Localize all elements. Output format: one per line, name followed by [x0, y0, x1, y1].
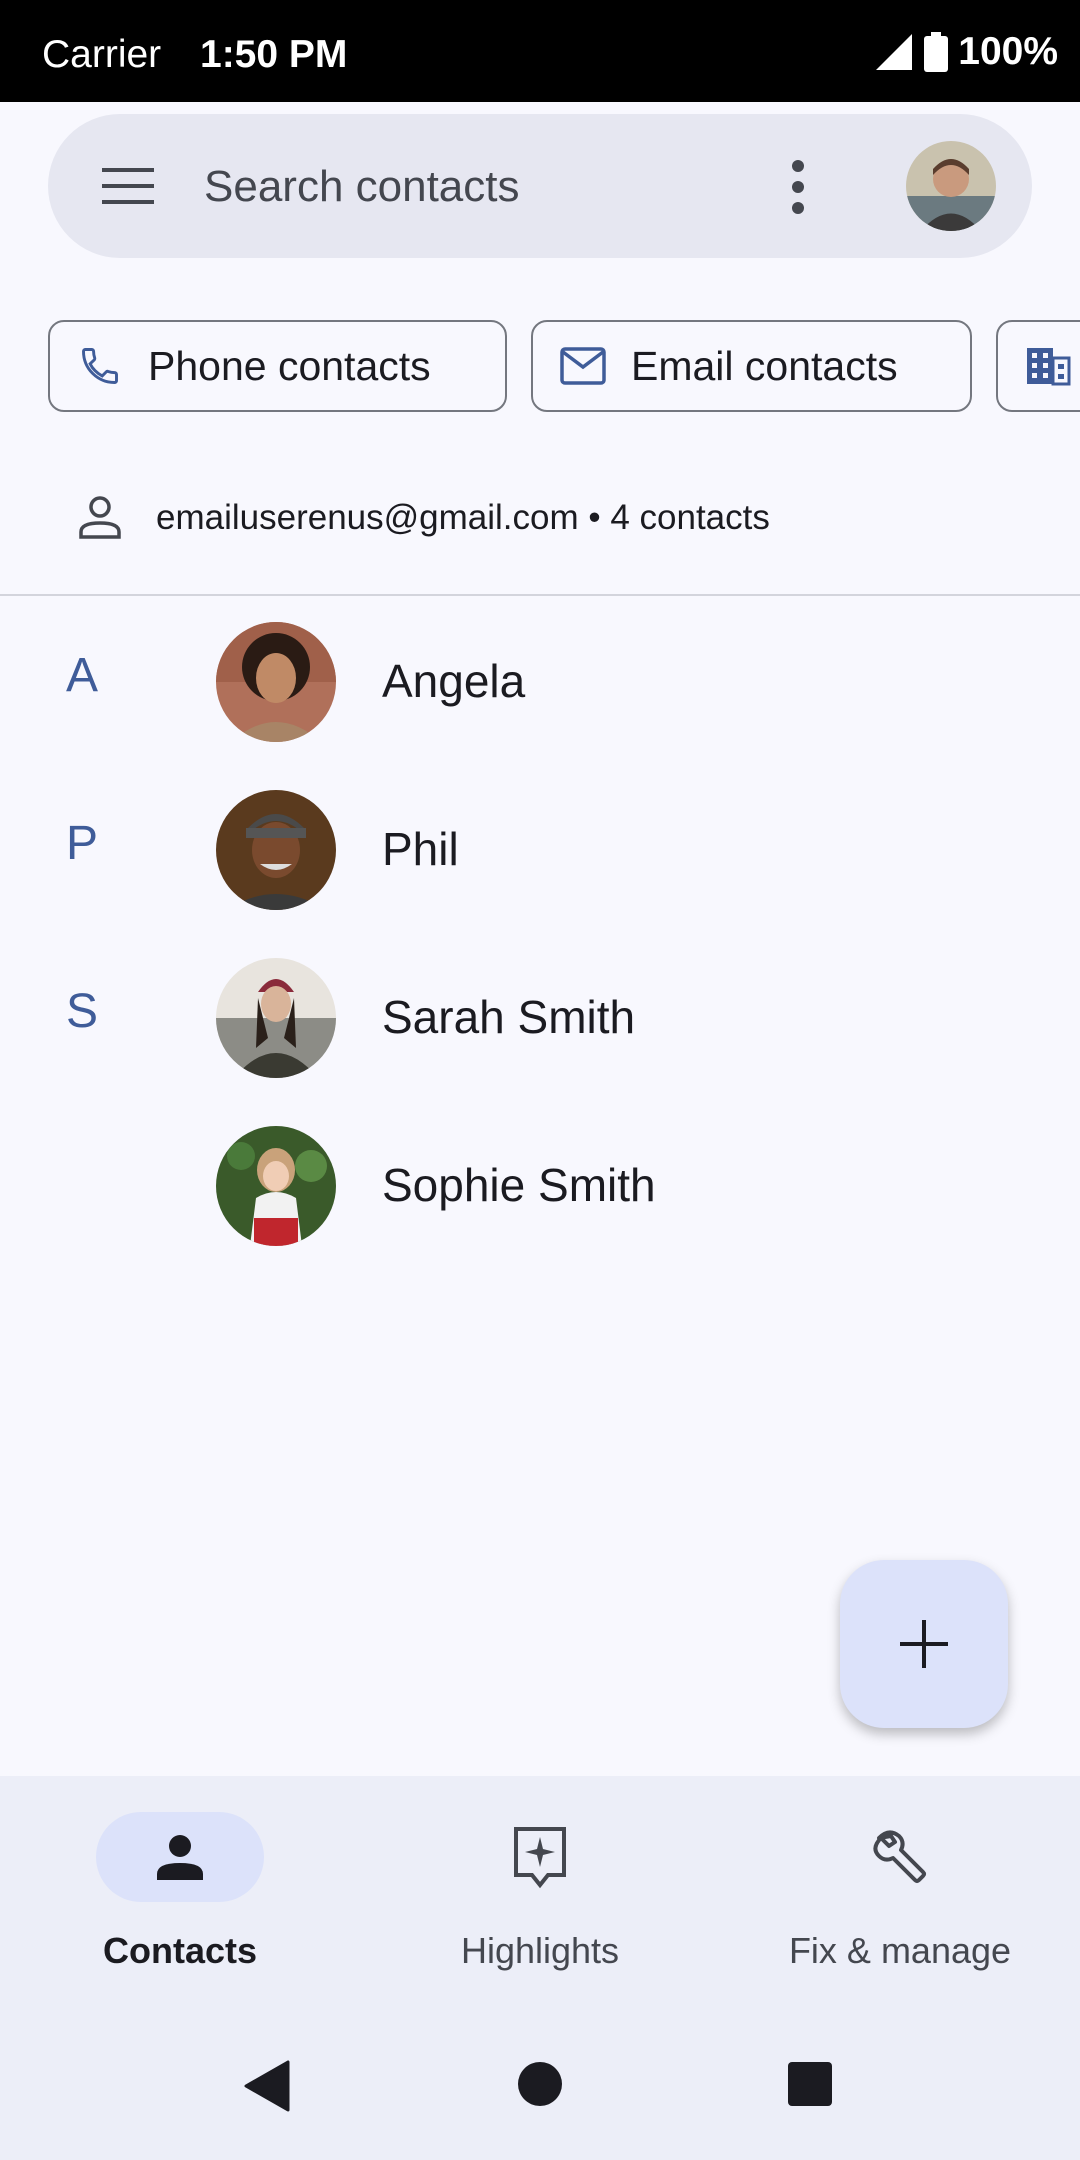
contact-name: Phil: [382, 823, 459, 875]
nav-contacts-indicator: [96, 1812, 264, 1902]
nav-contacts[interactable]: Contacts: [30, 1812, 330, 2002]
phone-icon: [76, 342, 124, 390]
organization-icon: [1024, 342, 1072, 390]
email-contacts-chip[interactable]: Email contacts: [531, 320, 972, 412]
add-contact-button[interactable]: [840, 1560, 1008, 1728]
section-letter: A: [66, 649, 99, 702]
battery-icon: [924, 32, 949, 72]
contact-name: Sarah Smith: [382, 991, 636, 1043]
account-summary: emailuserenus@gmail.com • 4 contacts: [0, 460, 1080, 596]
signal-icon: [876, 34, 913, 70]
back-icon[interactable]: [244, 2060, 290, 2112]
nav-fix-manage[interactable]: Fix & manage: [750, 1812, 1050, 2002]
search-bar[interactable]: Search contacts: [48, 114, 1032, 258]
contact-row[interactable]: P Phil: [0, 766, 1080, 934]
organization-chip[interactable]: [996, 320, 1080, 412]
carrier-label: Carrier: [42, 33, 162, 76]
email-contacts-label: Email contacts: [631, 342, 898, 389]
contact-photo: [216, 790, 336, 910]
contact-photo: [216, 1126, 336, 1246]
clock: 1:50 PM: [200, 33, 348, 76]
phone-contacts-label: Phone contacts: [148, 342, 431, 389]
nav-highlights-indicator: [456, 1812, 624, 1902]
status-icons: 100%: [874, 30, 1058, 74]
contact-row[interactable]: Sophie Smith: [0, 1102, 1080, 1270]
contact-name: Angela: [382, 655, 526, 707]
contact-name: Sophie Smith: [382, 1159, 656, 1211]
nav-contacts-label: Contacts: [102, 1930, 258, 1971]
person-outline-icon: [79, 496, 121, 539]
menu-icon[interactable]: [100, 160, 156, 212]
system-navigation: [0, 2040, 1080, 2136]
status-bar: Carrier 1:50 PM 100%: [0, 0, 1080, 102]
highlights-icon: [514, 1827, 566, 1889]
contact-row[interactable]: A Angela: [0, 598, 1080, 766]
nav-fix-indicator: [816, 1812, 984, 1902]
home-icon[interactable]: [516, 2060, 564, 2108]
nav-fix-label: Fix & manage: [788, 1930, 1012, 1971]
search-input[interactable]: Search contacts: [204, 162, 520, 212]
nav-highlights[interactable]: Highlights: [390, 1812, 690, 2002]
account-avatar[interactable]: [906, 141, 996, 231]
more-options-icon[interactable]: [786, 160, 810, 214]
nav-highlights-label: Highlights: [460, 1930, 620, 1971]
plus-icon: [900, 1620, 948, 1668]
mail-icon: [559, 342, 607, 390]
section-letter: S: [66, 985, 99, 1038]
recents-icon[interactable]: [786, 2060, 834, 2108]
wrench-icon: [873, 1830, 926, 1883]
contact-photo: [216, 622, 336, 742]
person-icon: [157, 1835, 203, 1880]
account-summary-text: emailuserenus@gmail.com • 4 contacts: [156, 498, 770, 537]
battery-percentage: 100%: [958, 30, 1058, 73]
contact-photo: [216, 958, 336, 1078]
contact-row[interactable]: S Sarah Smith: [0, 934, 1080, 1102]
section-letter: P: [66, 817, 99, 870]
phone-contacts-chip[interactable]: Phone contacts: [48, 320, 507, 412]
